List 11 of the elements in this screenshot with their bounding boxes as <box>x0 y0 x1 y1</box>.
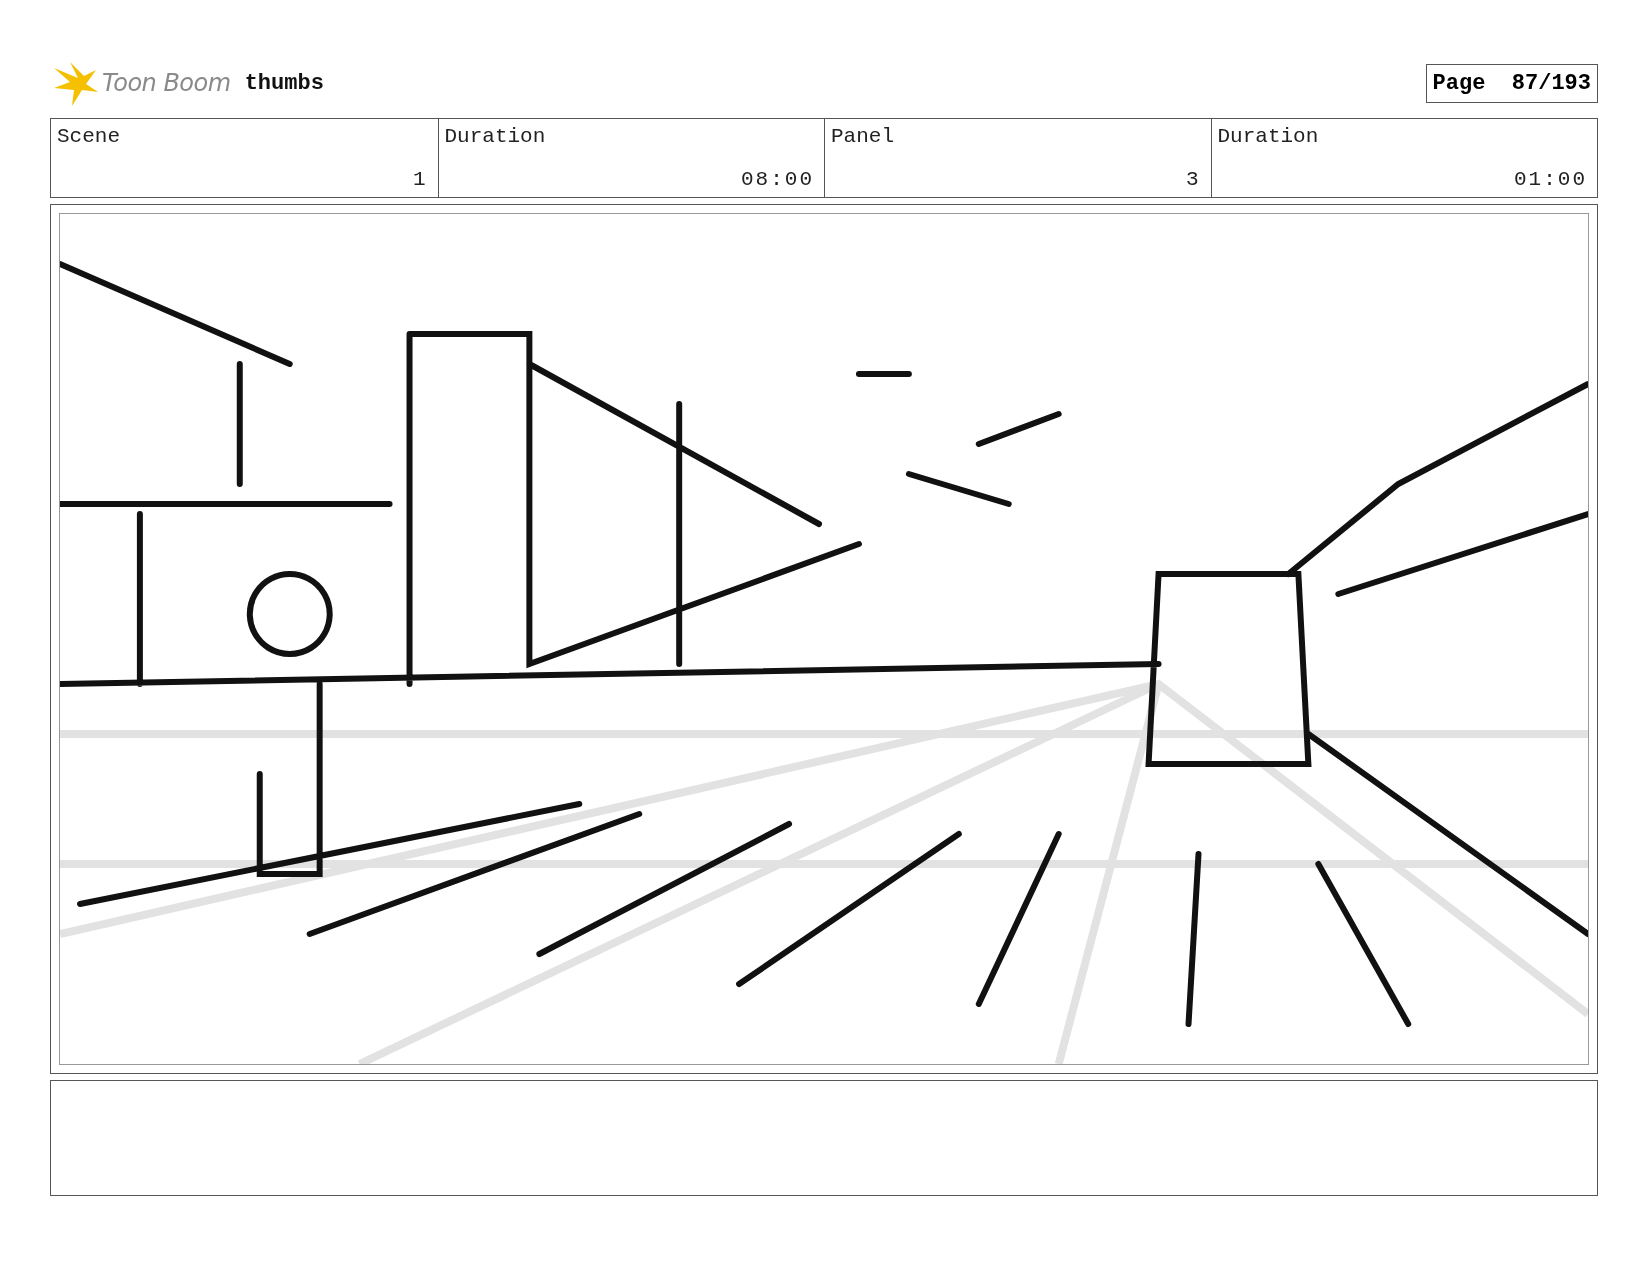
info-value: 08:00 <box>741 168 814 191</box>
page-number: Page 87/193 <box>1425 63 1598 103</box>
info-label: Duration <box>444 125 546 148</box>
brand-name: Toon Boom <box>102 69 231 97</box>
info-value: 3 <box>1185 168 1201 191</box>
info-value: 01:00 <box>1514 168 1587 191</box>
info-value: 1 <box>412 168 428 191</box>
info-label: Panel <box>831 125 894 148</box>
project-name: thumbs <box>244 70 324 96</box>
info-label: Scene <box>57 125 120 148</box>
info-label: Duration <box>1217 125 1319 148</box>
